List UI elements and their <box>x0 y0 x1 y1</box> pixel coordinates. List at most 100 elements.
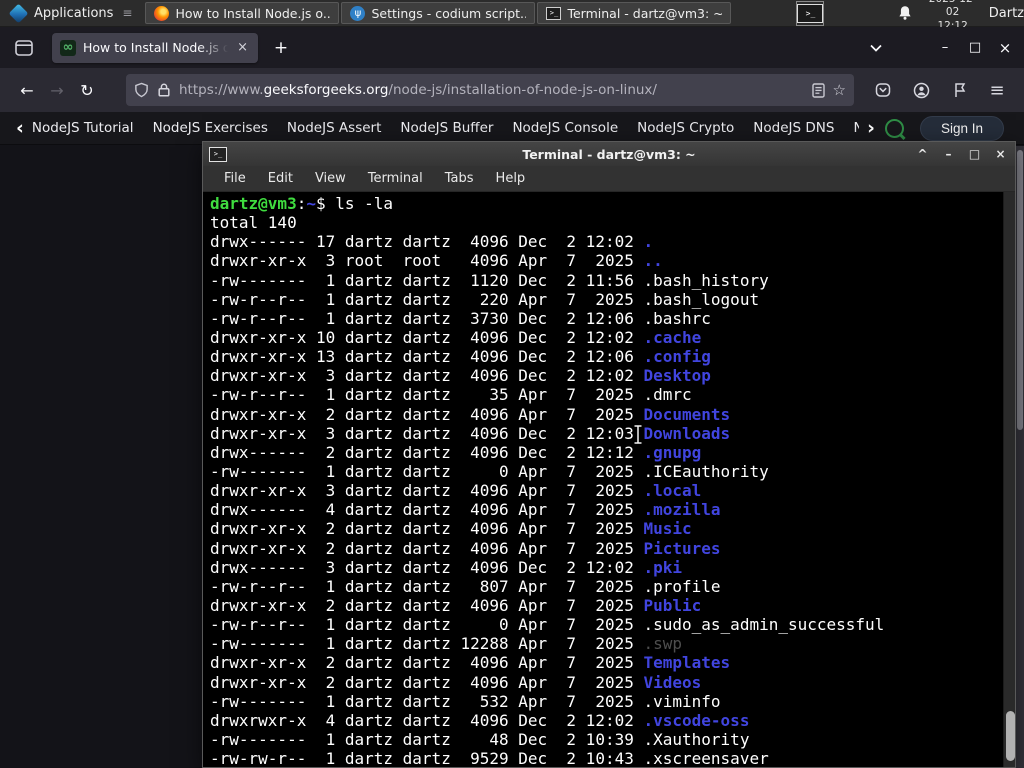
tab-close-icon[interactable]: × <box>235 40 250 55</box>
file-meta: drwxr-xr-x 2 dartz dartz 4096 Apr 7 2025 <box>210 404 644 424</box>
nav-link[interactable]: NodeJS Assert <box>287 120 382 136</box>
back-icon[interactable]: ← <box>12 75 42 105</box>
taskbar-button[interactable]: Terminal - dartz@vm3: ~ <box>537 2 732 24</box>
terminal-line: -rw-r--r-- 1 dartz dartz 35 Apr 7 2025 .… <box>210 385 1001 404</box>
file-name: Pictures <box>643 538 721 558</box>
file-meta: drwxr-xr-x 13 dartz dartz 4096 Dec 2 12:… <box>210 347 644 367</box>
file-meta: drwxr-xr-x 3 dartz dartz 4096 Dec 2 12:0… <box>210 366 644 386</box>
forward-icon[interactable]: → <box>42 75 72 105</box>
terminal-line: -rw-rw-r-- 1 dartz dartz 9529 Dec 2 10:4… <box>210 749 1001 767</box>
clock-date: 2025-12-02 <box>929 0 977 19</box>
terminal-line: drwxr-xr-x 3 root root 4096 Apr 7 2025 .… <box>210 251 1001 270</box>
vscodium-icon <box>350 5 366 21</box>
file-name: .bash_history <box>643 270 769 290</box>
terminal-title: Terminal - dartz@vm3: ~ <box>522 146 696 162</box>
page-scrollbar-thumb[interactable] <box>1017 150 1023 430</box>
terminal-menu-view[interactable]: View <box>304 171 357 186</box>
user-menu[interactable]: Dartz <box>989 6 1024 21</box>
terminal-menu-file[interactable]: File <box>213 171 257 186</box>
file-name: Documents <box>643 404 731 424</box>
browser-maximize-button[interactable]: □ <box>960 40 990 55</box>
list-all-tabs-icon[interactable] <box>870 44 900 52</box>
page-scrollbar[interactable] <box>1016 146 1024 768</box>
terminal-minimize-button[interactable]: – <box>940 147 957 161</box>
file-meta: -rw------- 1 dartz dartz 532 Apr 7 2025 <box>210 691 644 711</box>
terminal-maximize-button[interactable]: □ <box>966 147 983 161</box>
reader-view-icon[interactable] <box>811 82 825 98</box>
file-name: .profile <box>643 576 721 596</box>
geeksforgeeks-favicon-icon <box>60 39 76 56</box>
terminal-line: drwxr-xr-x 2 dartz dartz 4096 Apr 7 2025… <box>210 519 1001 538</box>
browser-close-button[interactable]: × <box>990 39 1020 57</box>
terminal-line: drwx------ 3 dartz dartz 4096 Dec 2 12:0… <box>210 558 1001 577</box>
terminal-menu-help[interactable]: Help <box>485 171 537 186</box>
taskbar-button[interactable]: Settings - codium script... <box>341 2 536 24</box>
nav-link[interactable]: NodeJS Console <box>512 120 618 136</box>
lock-icon[interactable] <box>157 82 171 98</box>
terminal-line: drwxr-xr-x 3 dartz dartz 4096 Apr 7 2025… <box>210 481 1001 500</box>
new-tab-button[interactable]: + <box>268 38 294 58</box>
nav-scroll-left-icon[interactable]: ‹ <box>12 118 28 138</box>
terminal-line: -rw------- 1 dartz dartz 1120 Dec 2 11:5… <box>210 271 1001 290</box>
file-name: .viminfo <box>643 691 721 711</box>
nav-scroll-right-icon[interactable]: › <box>863 118 879 138</box>
bookmark-star-icon[interactable]: ☆ <box>833 81 846 99</box>
nav-link[interactable]: NodeJS Exercises <box>153 120 268 136</box>
terminal-icon <box>546 6 562 20</box>
file-meta: drwxr-xr-x 2 dartz dartz 4096 Apr 7 2025 <box>210 538 644 558</box>
shield-icon[interactable] <box>134 82 149 98</box>
file-meta: drwxrwxr-x 4 dartz dartz 4096 Dec 2 12:0… <box>210 710 644 730</box>
search-icon[interactable] <box>884 118 904 138</box>
terminal-menu-edit[interactable]: Edit <box>257 171 304 186</box>
extension-flag-icon[interactable] <box>944 75 974 105</box>
terminal-titlebar[interactable]: >_ Terminal - dartz@vm3: ~ ^ – □ × <box>203 142 1015 166</box>
terminal-line: drwxr-xr-x 2 dartz dartz 4096 Apr 7 2025… <box>210 673 1001 692</box>
pocket-icon[interactable] <box>868 75 898 105</box>
file-meta: drwx------ 17 dartz dartz 4096 Dec 2 12:… <box>210 232 644 252</box>
terminal-menu-terminal[interactable]: Terminal <box>357 171 434 186</box>
tray-terminal-button[interactable]: >_ <box>796 0 825 26</box>
terminal-line: drwxr-xr-x 2 dartz dartz 4096 Apr 7 2025… <box>210 539 1001 558</box>
site-nav-items: NodeJS Tutorial NodeJS Exercises NodeJS As… <box>32 120 859 136</box>
file-meta: drwxr-xr-x 2 dartz dartz 4096 Apr 7 2025 <box>210 519 644 539</box>
prompt-dollar: $ <box>315 194 336 213</box>
terminal-menu-tabs[interactable]: Tabs <box>434 171 485 186</box>
terminal-shade-button[interactable]: ^ <box>914 147 931 161</box>
firefox-view-icon[interactable] <box>10 34 38 62</box>
terminal-output[interactable]: dartz@vm3:~$ ls -la total 140 drwx------… <box>203 192 1015 767</box>
file-name: .cache <box>643 327 702 347</box>
app-menu-icon[interactable]: ≡ <box>982 75 1012 105</box>
url-text[interactable]: https://www.geeksforgeeks.org/node-js/in… <box>179 82 804 98</box>
terminal-scrollbar[interactable] <box>1003 192 1015 767</box>
file-meta: -rw-r--r-- 1 dartz dartz 220 Apr 7 2025 <box>210 289 644 309</box>
file-name: .pki <box>643 557 683 577</box>
account-icon[interactable] <box>906 75 936 105</box>
file-meta: drwx------ 2 dartz dartz 4096 Dec 2 12:1… <box>210 442 644 462</box>
taskbar-button[interactable]: How to Install Node.js o... <box>145 2 340 24</box>
nav-link[interactable]: NodeJS Crypto <box>637 120 734 136</box>
nav-link[interactable]: NodeJS DNS <box>753 120 834 136</box>
file-meta: -rw-r--r-- 1 dartz dartz 0 Apr 7 2025 <box>210 615 644 635</box>
nav-link[interactable]: NodeJS Tutorial <box>32 120 134 136</box>
top-panel: Applications ≡ How to Install Node.js o.… <box>0 0 1024 32</box>
file-name: Public <box>643 595 702 615</box>
file-meta: -rw------- 1 dartz dartz 12288 Apr 7 202… <box>210 634 644 654</box>
nav-link[interactable]: Node <box>853 120 859 136</box>
nav-link[interactable]: NodeJS Buffer <box>400 120 493 136</box>
file-meta: drwx------ 4 dartz dartz 4096 Apr 7 2025 <box>210 500 644 520</box>
reload-icon[interactable]: ↻ <box>72 75 102 105</box>
file-meta: drwxr-xr-x 10 dartz dartz 4096 Dec 2 12:… <box>210 327 644 347</box>
applications-menu-button[interactable]: Applications ≡ <box>0 0 142 27</box>
url-path: /node-js/installation-of-node-js-on-linu… <box>388 82 657 98</box>
terminal-line: -rw------- 1 dartz dartz 12288 Apr 7 202… <box>210 634 1001 653</box>
terminal-scrollbar-thumb[interactable] <box>1005 711 1015 761</box>
notification-bell-icon[interactable] <box>896 4 914 22</box>
file-name: .config <box>643 347 711 367</box>
terminal-close-button[interactable]: × <box>992 147 1009 161</box>
text-cursor-pointer <box>632 424 644 445</box>
browser-minimize-button[interactable]: – <box>930 40 960 55</box>
sign-in-button[interactable]: Sign In <box>919 115 1004 141</box>
file-meta: drwxr-xr-x 2 dartz dartz 4096 Apr 7 2025 <box>210 595 644 615</box>
browser-tab-active[interactable]: How to Install Node.js on × <box>52 32 258 63</box>
url-bar[interactable]: https://www.geeksforgeeks.org/node-js/in… <box>126 74 854 106</box>
